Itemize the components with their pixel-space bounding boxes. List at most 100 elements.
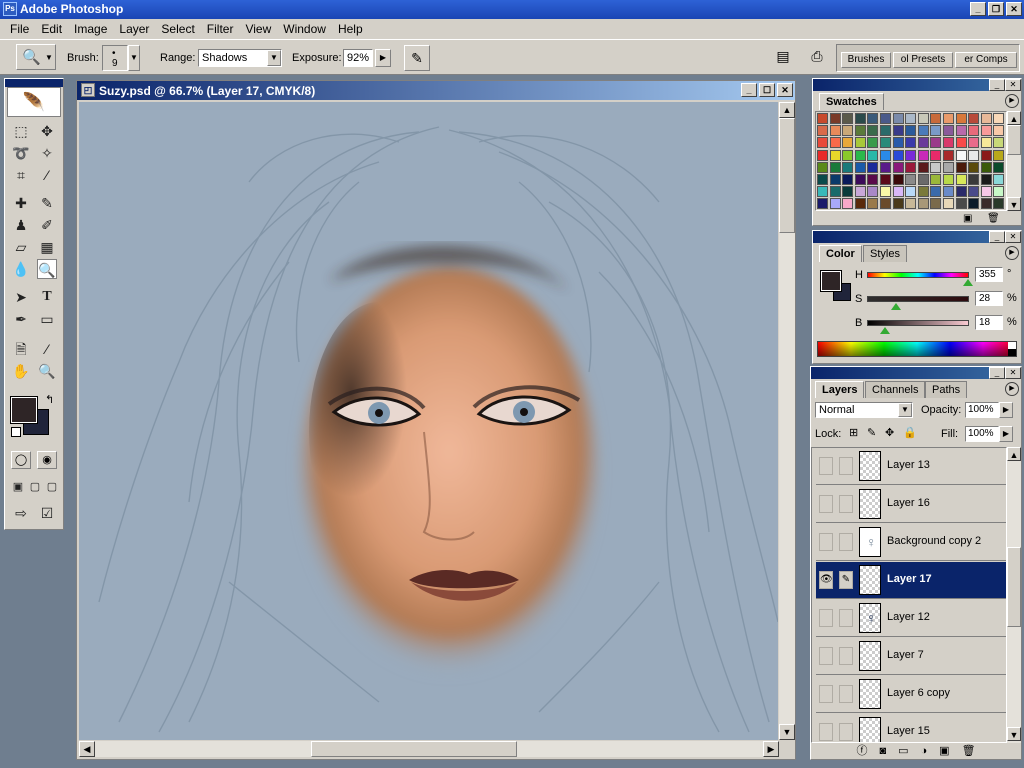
horizontal-scrollbar[interactable]: ◀ ▶ (79, 741, 779, 757)
brightness-slider-caret[interactable] (880, 327, 891, 334)
scroll-left-button[interactable]: ◀ (79, 741, 95, 757)
opacity-input[interactable]: 100% (965, 402, 999, 418)
swatch-color[interactable] (943, 198, 954, 210)
swatch-color[interactable] (955, 198, 967, 210)
swatch-color[interactable] (854, 198, 866, 210)
tab-color[interactable]: Color (819, 245, 862, 262)
swatch-color[interactable] (905, 186, 917, 198)
well-tab-tool-presets[interactable]: ol Presets (893, 52, 953, 68)
swatch-color[interactable] (880, 186, 891, 198)
swatch-color[interactable] (993, 174, 1005, 185)
panel-minimize-button[interactable]: _ (989, 231, 1005, 243)
chevron-down-icon[interactable]: ▼ (267, 50, 281, 66)
swatch-color[interactable] (943, 149, 954, 161)
swatch-color[interactable] (817, 198, 828, 210)
scroll-right-button[interactable]: ▶ (763, 741, 779, 757)
layer-row[interactable]: Layer 13 (816, 448, 1006, 485)
menu-help[interactable]: Help (332, 22, 369, 36)
swatch-color[interactable] (980, 149, 992, 161)
quick-mask-mode-icon[interactable]: ◉ (37, 451, 57, 469)
eyedropper-tool-icon[interactable]: ⁄ (37, 339, 57, 359)
swatch-color[interactable] (930, 186, 942, 198)
paintbrush-icon[interactable]: ✎ (839, 571, 853, 589)
swatch-color[interactable] (955, 186, 967, 198)
foreground-color-swatch[interactable] (10, 396, 38, 424)
swatch-color[interactable] (905, 125, 917, 137)
swatch-color[interactable] (892, 113, 904, 124)
swatch-color[interactable] (829, 137, 841, 149)
swatch-color[interactable] (917, 198, 929, 210)
panel-close-button[interactable]: ✕ (1005, 231, 1021, 243)
swatch-color[interactable] (829, 113, 841, 124)
swatch-color[interactable] (829, 125, 841, 137)
menu-layer[interactable]: Layer (113, 22, 155, 36)
swatch-color[interactable] (880, 137, 891, 149)
swatch-color[interactable] (854, 113, 866, 124)
swatch-color[interactable] (854, 137, 866, 149)
color-foreground-chip[interactable] (820, 270, 842, 292)
panel-minimize-button[interactable]: _ (989, 79, 1005, 91)
layers-scrollbar[interactable]: ▲ ▼ (1007, 447, 1021, 743)
swatch-color[interactable] (867, 174, 879, 185)
exposure-slider-button[interactable]: ▶ (375, 49, 391, 67)
swatch-color[interactable] (842, 174, 854, 185)
layer-row-selected[interactable]: 👁 ✎ Layer 17 (816, 562, 1006, 599)
swatch-color[interactable] (817, 113, 828, 124)
swatch-color[interactable] (930, 149, 942, 161)
shape-tool-icon[interactable]: ▭ (37, 309, 57, 329)
swatch-color[interactable] (905, 161, 917, 173)
pen-tool-icon[interactable]: ✒ (11, 309, 31, 329)
minimize-button[interactable]: _ (970, 2, 986, 16)
swatch-color[interactable] (943, 186, 954, 198)
new-group-icon[interactable]: ▭ (898, 743, 908, 759)
swatch-color[interactable] (955, 113, 967, 124)
swatch-color[interactable] (930, 137, 942, 149)
type-tool-icon[interactable]: T (37, 287, 57, 307)
path-selection-tool-icon[interactable]: ➤ (11, 287, 31, 307)
layers-scroll-thumb[interactable] (1007, 547, 1021, 627)
swatch-color[interactable] (943, 125, 954, 137)
adjustment-layer-icon[interactable]: ◑ (921, 743, 928, 759)
layer-row[interactable]: Layer 16 (816, 486, 1006, 523)
swatch-color[interactable] (943, 113, 954, 124)
swatch-color[interactable] (817, 186, 828, 198)
swatch-color[interactable] (930, 174, 942, 185)
jump-to-imageready-icon[interactable]: ⇨ (11, 503, 31, 523)
swatch-color[interactable] (993, 198, 1005, 210)
swatch-color[interactable] (955, 137, 967, 149)
swatch-color[interactable] (905, 113, 917, 124)
swatches-scroll-down-button[interactable]: ▼ (1007, 197, 1021, 211)
notes-tool-icon[interactable]: 🗎 (11, 339, 31, 359)
swatch-color[interactable] (968, 137, 980, 149)
swatch-color[interactable] (930, 161, 942, 173)
layer-link-toggle[interactable] (839, 647, 853, 665)
swatch-color[interactable] (980, 125, 992, 137)
swatch-color[interactable] (854, 186, 866, 198)
lock-image-icon[interactable]: ✎ (867, 426, 876, 439)
fill-input[interactable]: 100% (965, 426, 999, 442)
document-minimize-button[interactable]: _ (741, 83, 757, 97)
visibility-toggle[interactable] (819, 533, 833, 551)
brush-tool-icon[interactable]: ✎ (37, 193, 57, 213)
swatch-color[interactable] (968, 125, 980, 137)
swatch-color[interactable] (880, 113, 891, 124)
swatch-color[interactable] (968, 186, 980, 198)
swatch-color[interactable] (955, 161, 967, 173)
swatch-color[interactable] (955, 149, 967, 161)
swatch-color[interactable] (993, 113, 1005, 124)
menu-select[interactable]: Select (155, 22, 200, 36)
swatch-color[interactable] (980, 161, 992, 173)
hue-slider[interactable] (867, 272, 969, 278)
gradient-tool-icon[interactable]: ▦ (37, 237, 57, 257)
visibility-toggle[interactable] (819, 609, 833, 627)
swatch-color[interactable] (842, 161, 854, 173)
swatch-color[interactable] (993, 125, 1005, 137)
layer-row[interactable]: Layer 7 (816, 638, 1006, 675)
visibility-toggle[interactable] (819, 685, 833, 703)
swatch-color[interactable] (980, 198, 992, 210)
blend-mode-select[interactable]: Normal ▼ (815, 402, 913, 418)
swatch-color[interactable] (993, 186, 1005, 198)
magic-wand-tool-icon[interactable]: ✧ (37, 143, 57, 163)
layer-row[interactable]: Layer 15 (816, 714, 1006, 742)
swatches-scroll-up-button[interactable]: ▲ (1007, 111, 1021, 125)
